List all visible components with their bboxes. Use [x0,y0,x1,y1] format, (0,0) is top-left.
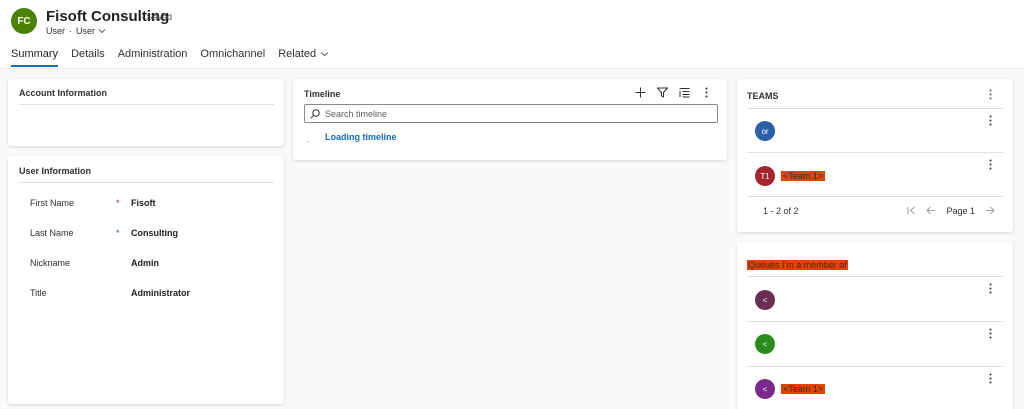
form-selector-label: User [76,26,96,36]
list-item[interactable]: < [747,321,1003,366]
queue-avatar: < [755,379,775,399]
field-first-name: First Name * Fisoft [30,196,274,210]
more-options-icon[interactable] [984,114,997,127]
account-information-section: Account Information [8,79,284,146]
field-label: Title [30,288,47,298]
list-item[interactable]: or [747,108,1003,152]
timeline-toolbar [634,86,713,99]
tab-administration[interactable]: Administration [118,48,188,65]
first-page-icon[interactable] [907,206,916,215]
pager-controls: Page 1 [907,206,995,216]
form-tabs: Summary Details Administration Omnichann… [11,48,329,67]
team-avatar: T1 [755,166,775,186]
tab-related[interactable]: Related [278,48,329,65]
queues-title: Queues I'm a member of [747,260,848,270]
timeline-search[interactable] [304,104,718,123]
nickname-value[interactable]: Admin [131,258,159,268]
tab-related-label: Related [278,48,317,60]
field-label: First Name [30,198,75,208]
required-marker: * [116,228,120,238]
team-name[interactable]: <Team 1> [781,171,826,181]
sort-list-icon[interactable] [678,86,691,99]
record-count: 1 - 2 of 2 [763,205,799,216]
timeline-title: Timeline [304,89,341,99]
tab-details[interactable]: Details [71,48,105,65]
field-label: Nickname [30,258,71,268]
section-title: Account Information [19,88,107,98]
separator-dot: · [69,26,73,36]
teams-subgrid: TEAMS or T1 <Team 1> 1 - 2 of 2 Page 1 [737,79,1013,232]
first-name-value[interactable]: Fisoft [131,198,156,208]
list-item[interactable]: T1 <Team 1> [747,152,1003,196]
form-selector[interactable]: User [76,26,106,36]
queue-avatar: < [755,334,775,354]
last-name-value[interactable]: Consulting [131,228,178,238]
entity-name: User [46,26,66,36]
loading-timeline-text: Loading timeline [325,132,397,142]
more-options-icon[interactable] [984,327,997,340]
chevron-down-icon [320,52,329,57]
user-information-section: User Information First Name * Fisoft Las… [8,156,284,404]
more-options-icon[interactable] [984,88,997,101]
more-options-icon[interactable] [984,372,997,385]
field-label: Last Name [30,228,74,238]
previous-page-icon[interactable] [926,206,936,215]
queue-avatar: < [755,290,775,310]
more-options-icon[interactable] [984,158,997,171]
filter-icon[interactable] [656,86,669,99]
save-status: - Saved [141,12,173,22]
loading-bullet: . [307,134,310,144]
tab-summary[interactable]: Summary [11,48,59,67]
record-avatar: FC [11,8,37,34]
field-last-name: Last Name * Consulting [30,226,274,240]
add-icon[interactable] [634,86,647,99]
page-number: Page 1 [946,205,975,216]
field-nickname: Nickname Admin [30,256,274,270]
divider [19,182,274,183]
search-icon [310,108,320,119]
section-title: User Information [19,166,92,176]
pagination: 1 - 2 of 2 Page 1 [747,196,1003,224]
more-options-icon[interactable] [984,282,997,295]
record-header: FC Fisoft Consulting - Saved User · User… [0,0,1024,69]
queue-name[interactable]: <Team 1> [781,384,826,394]
field-title: Title Administrator [30,286,274,300]
teams-title: TEAMS [747,91,779,101]
next-page-icon[interactable] [985,206,995,215]
record-subtitle: User · User [46,26,106,36]
more-options-icon[interactable] [700,86,713,99]
search-timeline-input[interactable] [325,108,705,119]
team-avatar: or [755,121,775,141]
title-value[interactable]: Administrator [131,288,190,298]
divider [19,104,274,105]
tab-omnichannel[interactable]: Omnichannel [200,48,265,65]
queues-subgrid: Queues I'm a member of < < < <Team 1> [737,242,1013,409]
timeline-section: Timeline . Loading timeline [293,79,727,160]
chevron-down-icon [98,29,106,34]
list-item[interactable]: < <Team 1> [747,366,1003,409]
required-marker: * [116,198,120,208]
list-item[interactable]: < [747,276,1003,321]
